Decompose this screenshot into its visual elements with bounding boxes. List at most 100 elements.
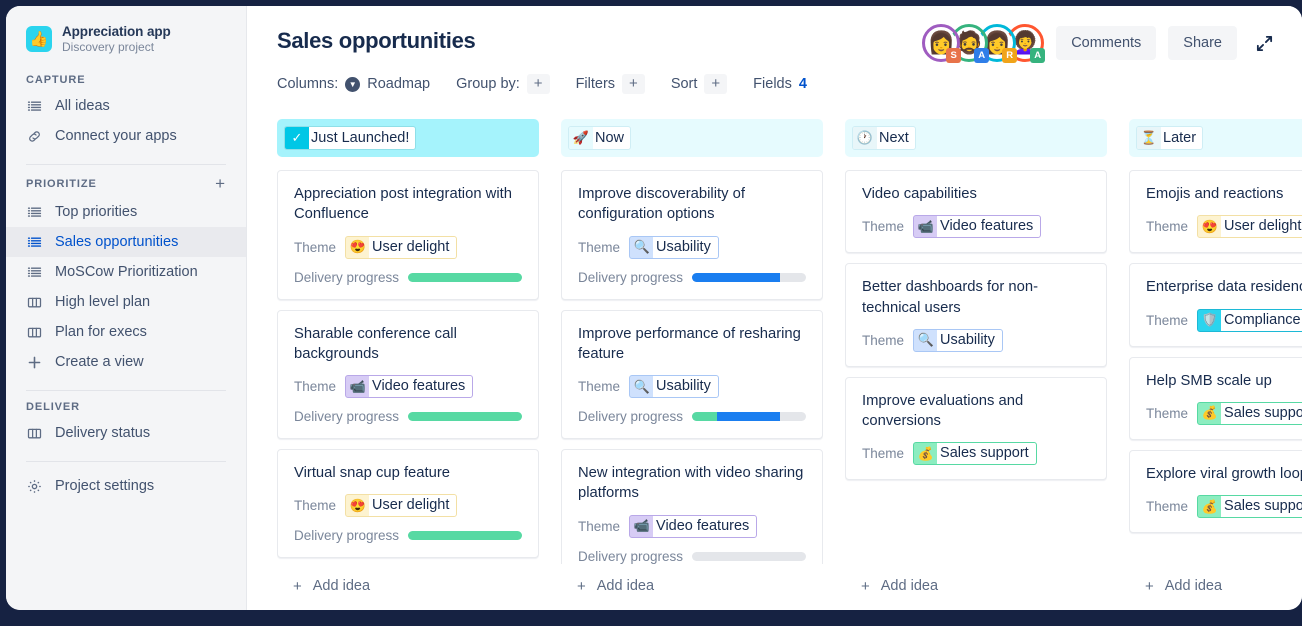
chevron-down-circle-icon: ▼ — [345, 77, 360, 92]
sidebar-item-delivery-status[interactable]: Delivery status — [6, 418, 246, 448]
sidebar-item-label: Top priorities — [55, 204, 137, 220]
theme-tag[interactable]: 😍User delight — [1197, 215, 1302, 238]
sidebar-section-header: DELIVER — [6, 391, 246, 418]
idea-card[interactable]: Enterprise data residencyTheme🛡️Complian… — [1129, 263, 1302, 346]
theme-tag[interactable]: 📹Video features — [345, 375, 473, 398]
idea-card[interactable]: Virtual snap cup feature Theme 😍User delig… — [277, 449, 539, 558]
idea-card[interactable]: Sharable conference call backgroundsThem… — [277, 310, 539, 440]
theme-tag[interactable]: 💰Sales support — [1197, 495, 1302, 518]
theme-tag-label: Sales support — [1221, 495, 1302, 518]
avatar-group[interactable]: 👩S🧔A👩R👩‍🦱A — [922, 24, 1044, 62]
theme-field-label: Theme — [294, 498, 336, 513]
column-header[interactable]: ⏳Later — [1129, 119, 1302, 157]
sidebar-section-header: CAPTURE — [6, 64, 246, 91]
add-view-button[interactable]: + — [212, 175, 228, 192]
theme-tag[interactable]: 😍User delight — [345, 236, 457, 259]
sidebar-item-project-settings[interactable]: Project settings — [6, 471, 246, 501]
theme-field: Theme😍User delight — [1146, 215, 1302, 238]
avatar-badge: A — [974, 48, 989, 63]
idea-card[interactable]: Emojis and reactionsTheme😍User delight — [1129, 170, 1302, 253]
column-card-list: Appreciation post integration with Confl… — [277, 170, 539, 564]
theme-tag-label: Compliance — [1221, 309, 1302, 332]
idea-card[interactable]: New integration with video sharing platf… — [561, 449, 823, 564]
theme-tag[interactable]: 🔍Usability — [629, 236, 719, 259]
columns-label: Columns: — [277, 76, 338, 92]
idea-card[interactable]: Explore viral growth loopsTheme💰Sales su… — [1129, 450, 1302, 533]
theme-field-label: Theme — [294, 240, 336, 255]
theme-tag-label: Video features — [937, 215, 1040, 238]
theme-tag[interactable]: 📹Video features — [913, 215, 1041, 238]
plus-icon: + — [293, 579, 302, 594]
column-header[interactable]: ✓Just Launched! — [277, 119, 539, 157]
delivery-progress-field: Delivery progress — [578, 270, 806, 285]
gear-icon — [26, 478, 42, 494]
column-header[interactable]: 🕐Next — [845, 119, 1107, 157]
sort-add-button[interactable]: + — [704, 74, 727, 94]
plus-icon: + — [861, 579, 870, 594]
theme-tag[interactable]: 📹Video features — [629, 515, 757, 538]
idea-card[interactable]: Appreciation post integration with Confl… — [277, 170, 539, 300]
theme-tag[interactable]: 🔍Usability — [629, 375, 719, 398]
add-idea-button[interactable]: +Add idea — [561, 564, 823, 610]
idea-card[interactable]: Better dashboards for non-technical user… — [845, 263, 1107, 367]
column-header[interactable]: 🚀Now — [561, 119, 823, 157]
add-idea-button[interactable]: +Add idea — [1129, 564, 1302, 610]
sidebar-item-sales-opportunities[interactable]: Sales opportunities — [6, 227, 246, 257]
board-column-next: 🕐Next Video capabilitiesTheme📹Video featu… — [845, 119, 1107, 610]
filters-control[interactable]: Filters + — [576, 74, 645, 94]
fields-label: Fields — [753, 76, 792, 92]
idea-card[interactable]: Help SMB scale upTheme💰Sales support — [1129, 357, 1302, 440]
theme-tag[interactable]: 😍User delight — [345, 494, 457, 517]
sort-control[interactable]: Sort + — [671, 74, 727, 94]
theme-tag-label: User delight — [1221, 215, 1302, 238]
idea-card[interactable]: Improve discoverability of configuration… — [561, 170, 823, 300]
theme-field-label: Theme — [578, 519, 620, 534]
sidebar-item-label: Create a view — [55, 354, 144, 370]
theme-field: Theme💰Sales support — [1146, 402, 1302, 425]
idea-card-title: Virtual snap cup feature — [294, 463, 522, 483]
magnifier-icon: 🔍 — [630, 375, 653, 398]
sidebar: 👍 Appreciation app Discovery project CAP… — [6, 6, 247, 610]
comments-button[interactable]: Comments — [1056, 26, 1156, 60]
rocket-icon: 🚀 — [569, 127, 593, 149]
avatar[interactable]: 👩S — [922, 24, 960, 62]
sidebar-item-label: High level plan — [55, 294, 150, 310]
theme-field: Theme🔍Usability — [578, 236, 806, 259]
project-header[interactable]: 👍 Appreciation app Discovery project — [6, 6, 246, 64]
add-idea-button[interactable]: + Add idea — [845, 564, 1107, 610]
fields-control[interactable]: Fields 4 — [753, 76, 807, 92]
theme-tag[interactable]: 💰Sales support — [1197, 402, 1302, 425]
expand-icon[interactable] — [1249, 30, 1280, 57]
progress-segment — [692, 273, 780, 282]
sidebar-item-moscow-prioritization[interactable]: MoSCow Prioritization — [6, 257, 246, 287]
idea-card[interactable]: Improve evaluations and conversionsTheme… — [845, 377, 1107, 481]
sidebar-item-high-level-plan[interactable]: High level plan — [6, 287, 246, 317]
theme-tag[interactable]: 💰Sales support — [913, 442, 1037, 465]
video-camera-icon: 📹 — [630, 515, 653, 538]
main-content: Sales opportunities 👩S🧔A👩R👩‍🦱A Comments … — [247, 6, 1302, 610]
sidebar-item-create-a-view[interactable]: Create a view — [6, 347, 246, 377]
money-bag-icon: 💰 — [1198, 402, 1221, 425]
share-button[interactable]: Share — [1168, 26, 1237, 60]
sidebar-item-connect-your-apps[interactable]: Connect your apps — [6, 121, 246, 151]
theme-tag-label: Video features — [369, 375, 472, 398]
theme-field: Theme🔍Usability — [578, 375, 806, 398]
delivery-progress-field: Delivery progress — [578, 409, 806, 424]
group-by-control[interactable]: Group by: + — [456, 74, 549, 94]
theme-tag[interactable]: 🔍Usability — [913, 329, 1003, 352]
filters-add-button[interactable]: + — [622, 74, 645, 94]
add-idea-label: Add idea — [881, 578, 938, 594]
add-idea-button[interactable]: +Add idea — [277, 564, 539, 610]
group-by-add-button[interactable]: + — [527, 74, 550, 94]
idea-card[interactable]: Improve performance of resharing feature… — [561, 310, 823, 440]
idea-card[interactable]: Video capabilitiesTheme📹Video features — [845, 170, 1107, 253]
sort-label: Sort — [671, 76, 698, 92]
theme-tag[interactable]: 🛡️Compliance — [1197, 309, 1302, 332]
columns-control[interactable]: Columns: ▼ Roadmap — [277, 76, 430, 92]
project-subtitle: Discovery project — [62, 40, 171, 54]
theme-field: Theme📹Video features — [862, 215, 1090, 238]
sidebar-item-plan-for-execs[interactable]: Plan for execs — [6, 317, 246, 347]
sidebar-item-top-priorities[interactable]: Top priorities — [6, 197, 246, 227]
sidebar-item-all-ideas[interactable]: All ideas — [6, 91, 246, 121]
sidebar-item-label: Project settings — [55, 478, 154, 494]
